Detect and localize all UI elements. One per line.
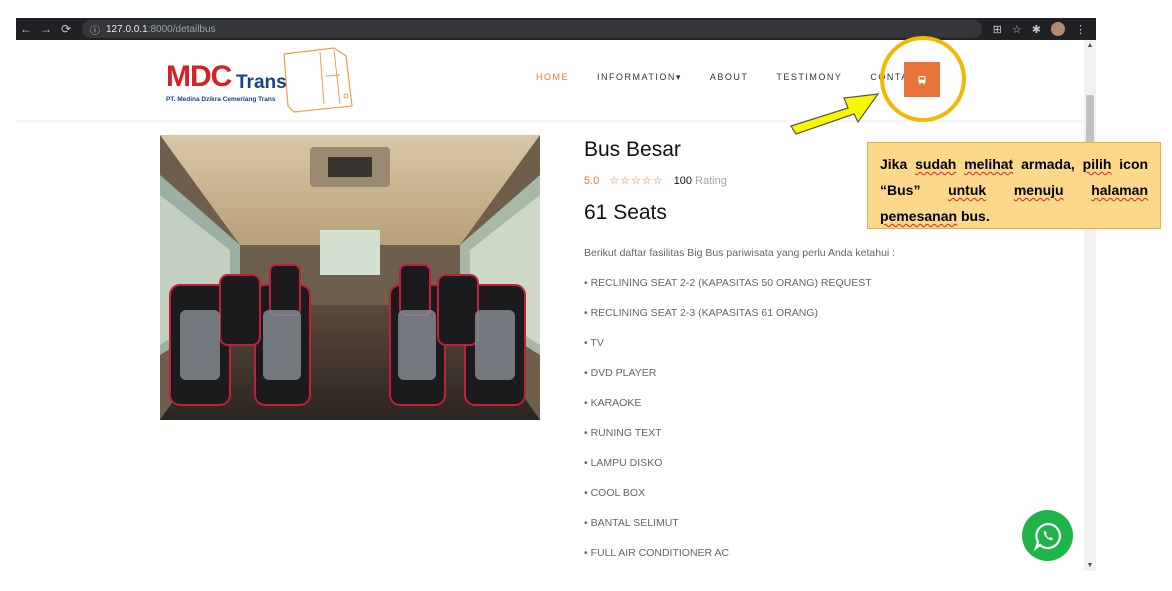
list-item: • DVD PLAYER (584, 367, 657, 379)
scroll-up-icon[interactable]: ▲ (1084, 42, 1096, 49)
caret-down-icon: ▾ (675, 72, 682, 82)
note-word: halaman (1091, 182, 1149, 198)
highlight-circle (880, 36, 966, 122)
rating-count-wrap: 100 Rating (674, 175, 727, 187)
list-item: • LAMPU DISKO (584, 457, 663, 469)
facility-intro: Berikut daftar fasilitas Big Bus pariwis… (584, 247, 896, 259)
info-icon[interactable]: ⓘ (90, 22, 100, 37)
menu-icon[interactable]: ⋮ (1075, 23, 1086, 36)
note-word: Jika (880, 156, 908, 172)
note-word: armada, (1021, 156, 1075, 172)
facility-list: • RECLINING SEAT 2-2 (KAPASITAS 50 ORANG… (584, 277, 1064, 559)
list-item: • TV (584, 337, 604, 349)
address-bar[interactable]: ⓘ 127.0.0.1:8000/detailbus (82, 20, 982, 38)
annotation-note: Jika sudah melihat armada, pilih icon “B… (867, 142, 1161, 229)
main-nav: HOME INFORMATION▾ ABOUT TESTIMONY CONTAC… (536, 72, 924, 83)
logo-company-name: PT. Medina Dzikra Cemerlang Trans (166, 96, 276, 103)
whatsapp-button[interactable] (1022, 510, 1073, 561)
list-item: • RUNING TEXT (584, 427, 662, 439)
whatsapp-icon (1033, 522, 1061, 551)
note-word: pemesanan (880, 208, 958, 224)
nav-about[interactable]: ABOUT (710, 72, 749, 83)
note-word: sudah (915, 156, 957, 172)
note-word: menuju (1013, 182, 1064, 198)
mdc-trans-logo[interactable]: MDC Trans PT. Medina Dzikra Cemerlang Tr… (164, 46, 354, 116)
url-host: 127.0.0.1 (106, 23, 148, 35)
note-word: pilih (1082, 156, 1112, 172)
profile-avatar[interactable] (1051, 22, 1065, 36)
translate-icon[interactable]: ⊞ (993, 23, 1002, 36)
bus-interior-photo (160, 135, 540, 420)
extensions-icon[interactable]: ✱ (1032, 23, 1041, 36)
note-word: melihat (964, 156, 1014, 172)
list-item: • RECLINING SEAT 2-2 (KAPASITAS 50 ORANG… (584, 277, 872, 289)
nav-home[interactable]: HOME (536, 72, 569, 83)
bookmark-star-icon[interactable]: ☆ (1012, 23, 1022, 36)
rating-count: 100 (673, 174, 692, 187)
nav-information[interactable]: INFORMATION▾ (597, 72, 682, 83)
nav-information-label: INFORMATION (597, 72, 676, 82)
scroll-down-icon[interactable]: ▼ (1084, 562, 1096, 569)
star-rating-icon: ☆☆☆☆☆ (609, 175, 664, 187)
url-path: :8000/detailbus (147, 23, 216, 35)
back-icon[interactable]: ← (16, 22, 36, 36)
list-item: • FULL AIR CONDITIONER AC (584, 547, 730, 559)
rating-label: Rating (695, 174, 727, 187)
forward-icon[interactable]: → (36, 22, 56, 36)
logo-trans-text: Trans (236, 72, 287, 93)
list-item: • BANTAL SELIMUT (584, 517, 679, 529)
list-item: • COOL BOX (584, 487, 646, 499)
list-item: • KARAOKE (584, 397, 642, 409)
nav-testimony[interactable]: TESTIMONY (776, 72, 842, 83)
note-word: bus. (960, 208, 990, 224)
logo-mdc-text: MDC (166, 60, 232, 93)
note-word: untuk (948, 182, 987, 198)
reload-icon[interactable]: ⟳ (56, 22, 76, 36)
list-item: • RECLINING SEAT 2-3 (KAPASITAS 61 ORANG… (584, 307, 818, 319)
rating-score: 5.0 (584, 174, 600, 187)
page-scrollbar[interactable]: ▲ ▼ (1084, 40, 1096, 571)
pointer-arrow-icon (790, 93, 880, 135)
